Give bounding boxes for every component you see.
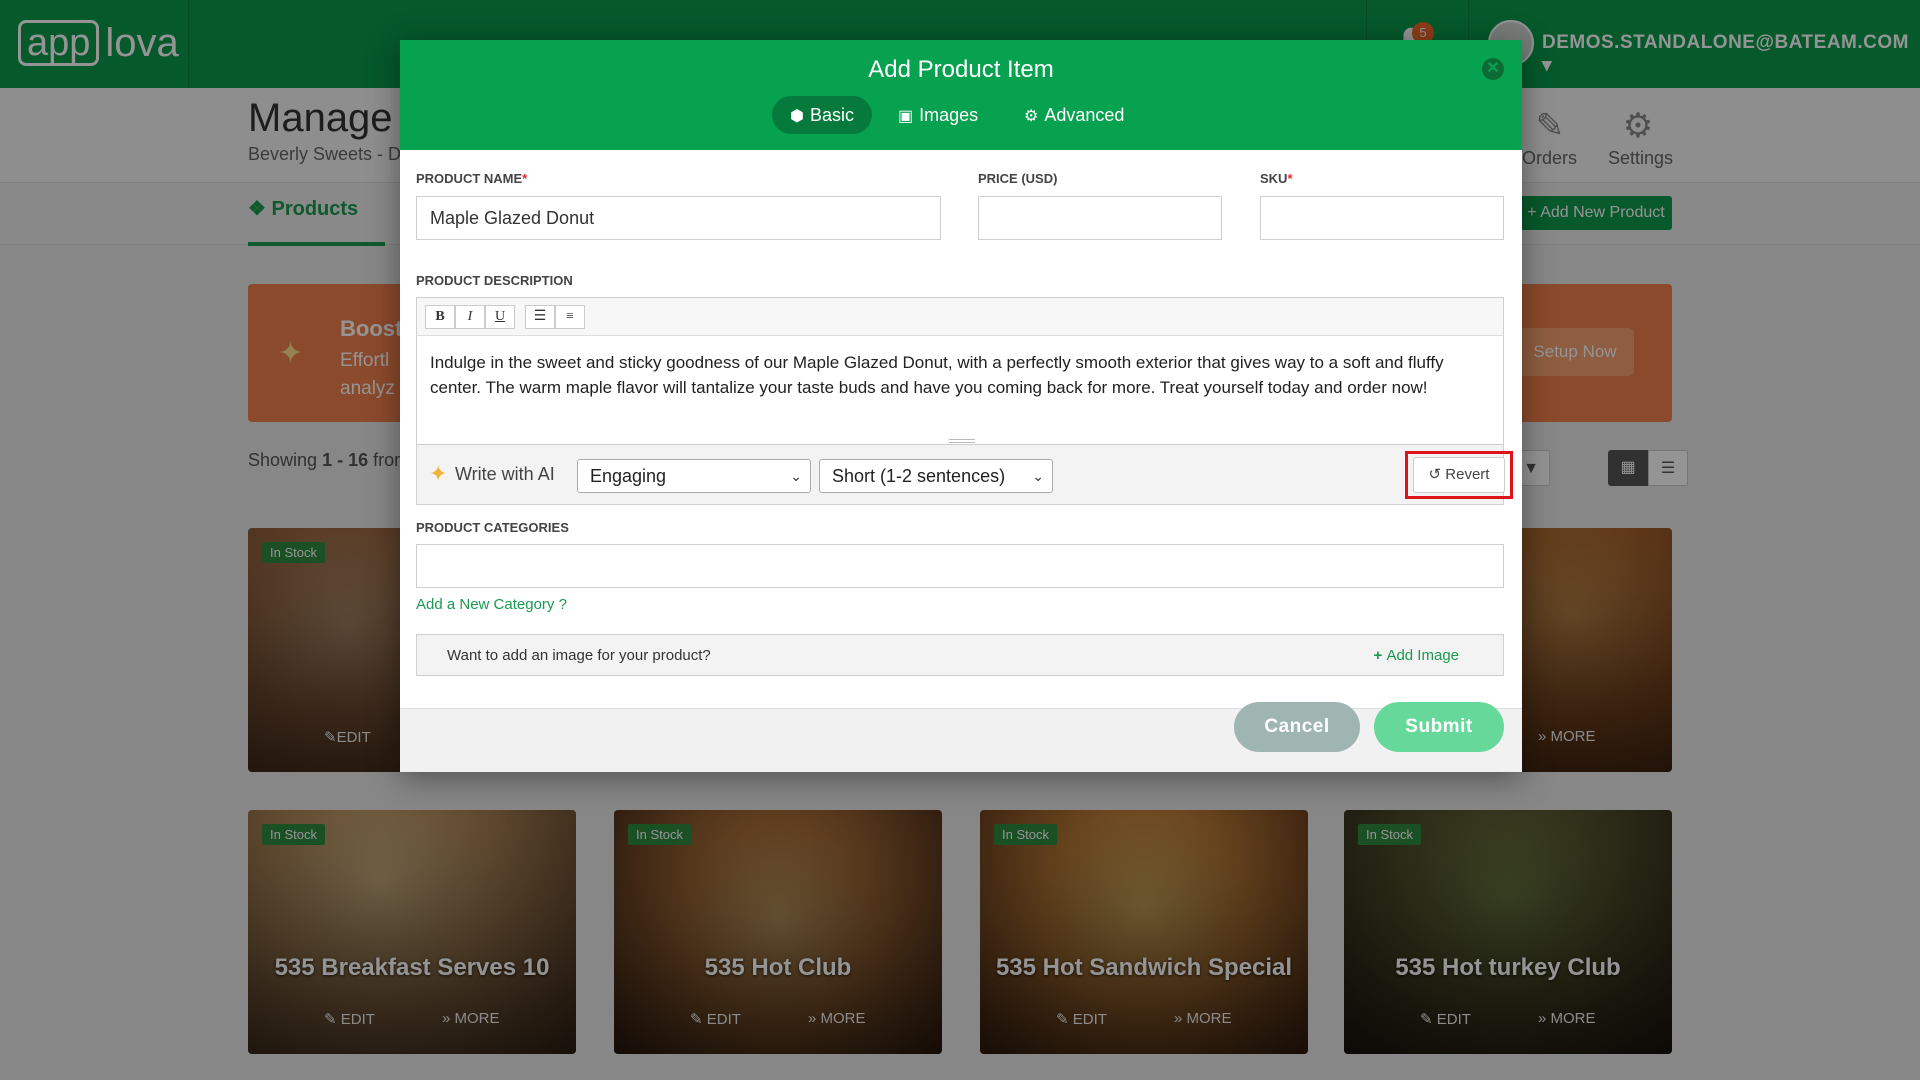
description-text[interactable]: Indulge in the sweet and sticky goodness… — [430, 350, 1490, 400]
chevron-down-icon: ⌄ — [1032, 468, 1044, 484]
length-select[interactable]: Short (1-2 sentences) ⌄ — [819, 459, 1053, 493]
tab-basic[interactable]: ⬢ Basic — [772, 96, 872, 134]
add-image-label: Add Image — [1386, 647, 1459, 664]
tone-select-value: Engaging — [590, 466, 667, 486]
undo-icon: ↺ — [1428, 466, 1446, 483]
tab-advanced-label: Advanced — [1044, 105, 1125, 125]
image-prompt-bar: Want to add an image for your product? +… — [416, 634, 1504, 676]
tab-advanced[interactable]: ⚙ Advanced — [1006, 96, 1142, 134]
sku-input[interactable] — [1260, 196, 1504, 240]
resize-handle[interactable] — [949, 439, 975, 443]
editor-toolbar: B I U ☰ ≡ — [417, 298, 1503, 336]
submit-button[interactable]: Submit — [1374, 702, 1504, 752]
product-name-label-text: PRODUCT NAME — [416, 171, 523, 186]
price-input[interactable] — [978, 196, 1222, 240]
required-mark: * — [1287, 171, 1293, 186]
categories-input[interactable] — [416, 544, 1504, 588]
gear-icon: ⚙ — [1024, 108, 1039, 125]
close-icon[interactable]: ✕ — [1482, 58, 1504, 80]
cancel-button[interactable]: Cancel — [1234, 702, 1360, 752]
required-mark: * — [522, 171, 528, 186]
revert-button[interactable]: ↺ Revert — [1413, 457, 1505, 493]
add-image-link[interactable]: + Add Image — [1374, 647, 1459, 664]
write-with-ai-label: Write with AI — [455, 464, 555, 484]
bold-button[interactable]: B — [425, 305, 455, 329]
revert-label: Revert — [1445, 466, 1490, 483]
sparkle-icon: ✦ — [429, 461, 448, 486]
length-select-value: Short (1-2 sentences) — [832, 466, 1006, 486]
image-icon: ▣ — [898, 108, 914, 125]
bullet-list-icon[interactable]: ☰ — [525, 305, 555, 329]
categories-label: PRODUCT CATEGORIES — [416, 520, 569, 535]
product-name-label: PRODUCT NAME* — [416, 171, 527, 186]
chevron-down-icon: ⌄ — [790, 468, 802, 484]
price-label: PRICE (USD) — [978, 171, 1058, 186]
sku-label: SKU* — [1260, 171, 1293, 186]
add-category-link[interactable]: Add a New Category ? — [416, 596, 567, 613]
tab-images[interactable]: ▣ Images — [880, 96, 996, 134]
image-prompt-text: Want to add an image for your product? — [447, 647, 711, 664]
italic-button[interactable]: I — [455, 305, 485, 329]
plus-icon: + — [1373, 647, 1387, 664]
tab-images-label: Images — [919, 105, 979, 125]
ai-toolbar: ✦ Write with AI Engaging ⌄ Short (1-2 se… — [416, 445, 1513, 505]
product-name-input[interactable] — [416, 196, 941, 240]
numbered-list-icon[interactable]: ≡ — [555, 305, 585, 329]
add-product-modal: Add Product Item ✕ ⬢ Basic ▣ Images ⚙ Advan… — [400, 40, 1522, 772]
tone-select[interactable]: Engaging ⌄ — [577, 459, 811, 493]
modal-header: Add Product Item ✕ ⬢ Basic ▣ Images ⚙ Advan… — [400, 40, 1522, 150]
modal-title: Add Product Item — [868, 56, 1054, 83]
cube-icon: ⬢ — [790, 108, 804, 125]
description-label: PRODUCT DESCRIPTION — [416, 273, 573, 288]
tab-basic-label: Basic — [809, 105, 854, 125]
underline-button[interactable]: U — [485, 305, 515, 329]
description-editor[interactable]: B I U ☰ ≡ Indulge in the sweet and stick… — [416, 297, 1504, 445]
sku-label-text: SKU — [1260, 171, 1288, 186]
